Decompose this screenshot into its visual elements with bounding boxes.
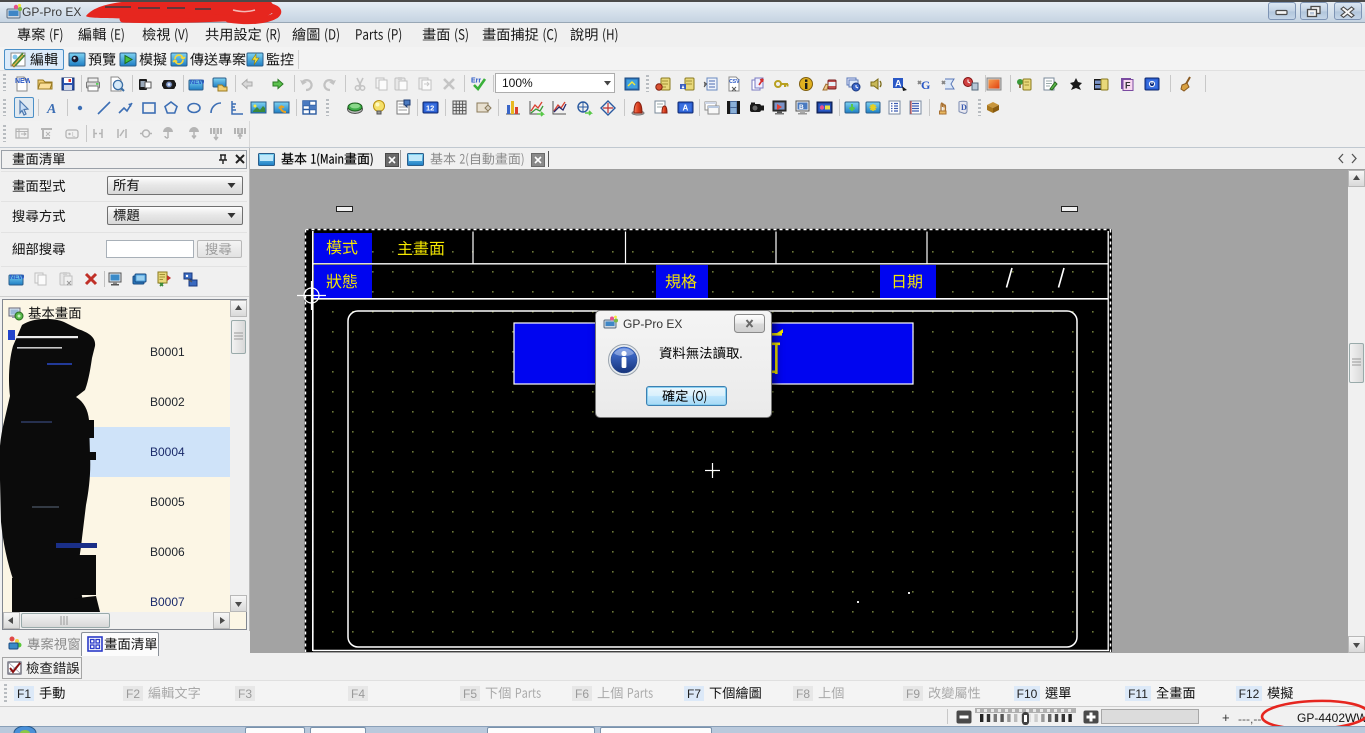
svg-text:G: G (921, 78, 930, 92)
svg-text:D: D (961, 103, 967, 112)
svg-text:CSV: CSV (729, 79, 740, 85)
svg-text:A: A (683, 104, 689, 113)
svg-text:A: A (895, 79, 902, 89)
svg-text:12: 12 (426, 104, 434, 113)
svg-text:NEW: NEW (15, 78, 30, 85)
svg-text:NEW: NEW (10, 274, 25, 281)
svg-text:Err: Err (471, 78, 481, 85)
svg-text:NEW: NEW (190, 79, 205, 86)
svg-text:B: B (799, 104, 804, 111)
svg-text:F: F (1125, 81, 1131, 91)
svg-text:A: A (46, 102, 56, 117)
